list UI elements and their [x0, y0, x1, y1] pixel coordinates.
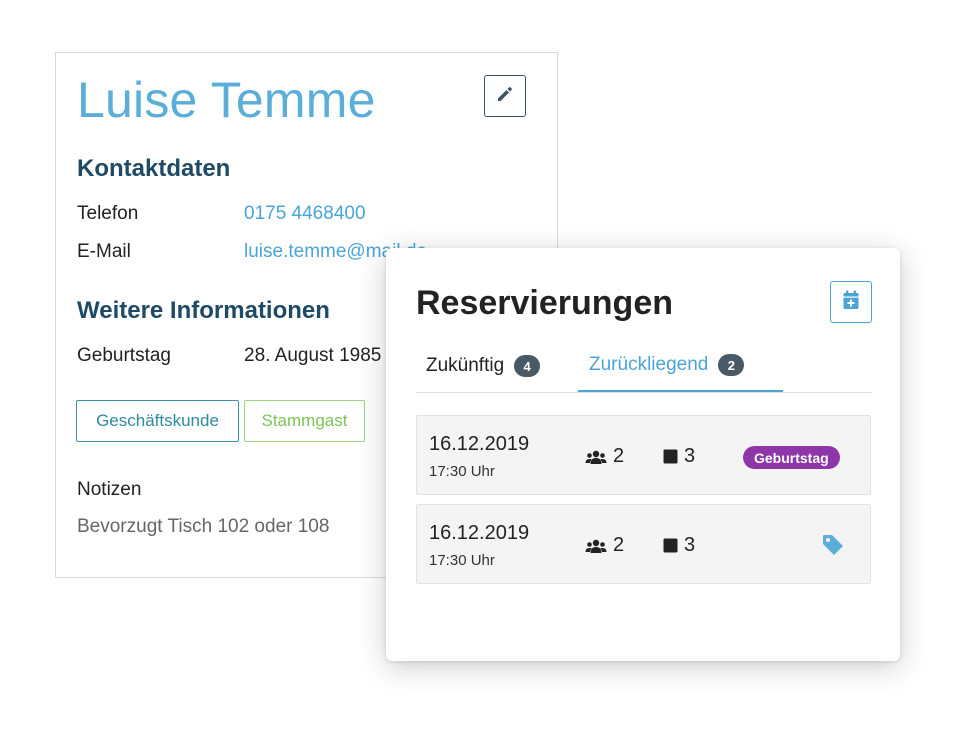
reservation-time: 17:30 Uhr [429, 552, 495, 569]
table-number: 3 [663, 445, 695, 468]
users-icon [585, 450, 607, 464]
tab-past-count: 2 [718, 354, 745, 376]
reservation-time: 17:30 Uhr [429, 463, 495, 480]
reservations-card: Reservierungen Zukünftig 4 Zurückliegend… [386, 248, 900, 661]
customer-name: Luise Temme [77, 72, 376, 128]
notes-text: Bevorzugt Tisch 102 oder 108 [77, 516, 330, 537]
contact-heading: Kontaktdaten [77, 155, 231, 182]
phone-label: Telefon [77, 203, 139, 224]
more-info-heading: Weitere Informationen [77, 297, 330, 324]
tag-business-customer[interactable]: Geschäftskunde [76, 400, 239, 442]
tag-icon[interactable] [821, 533, 845, 562]
calendar-plus-icon [842, 290, 860, 315]
guest-count: 2 [585, 534, 624, 557]
table-number: 3 [663, 534, 695, 557]
reservation-date: 16.12.2019 [429, 433, 530, 455]
table-square-icon [663, 538, 678, 553]
guest-count-value: 2 [613, 445, 625, 467]
occasion-badge[interactable]: Geburtstag [743, 446, 840, 469]
guest-count: 2 [585, 445, 624, 468]
birthday-value: 28. August 1985 [244, 345, 382, 366]
tag-regular-guest[interactable]: Stammgast [244, 400, 365, 442]
email-label: E-Mail [77, 241, 131, 262]
tab-future-count: 4 [514, 355, 541, 377]
reservations-title: Reservierungen [416, 284, 673, 322]
users-icon [585, 539, 607, 553]
birthday-label: Geburtstag [77, 345, 171, 366]
reservation-item[interactable]: 16.12.2019 17:30 Uhr 2 3 [416, 504, 871, 584]
guest-count-value: 2 [613, 534, 625, 556]
table-number-value: 3 [684, 534, 696, 556]
add-reservation-button[interactable] [830, 281, 872, 323]
tab-past[interactable]: Zurückliegend 2 [578, 340, 783, 392]
reservation-date: 16.12.2019 [429, 522, 530, 544]
tab-future[interactable]: Zukünftig 4 [426, 340, 541, 392]
reservation-item[interactable]: 16.12.2019 17:30 Uhr 2 3 Geburtstag [416, 415, 871, 495]
pencil-icon [496, 85, 514, 108]
reservation-tabs: Zukünftig 4 Zurückliegend 2 [416, 340, 872, 393]
edit-customer-button[interactable] [484, 75, 526, 117]
table-number-value: 3 [684, 445, 696, 467]
notes-label: Notizen [77, 479, 142, 500]
tab-past-label: Zurückliegend [589, 354, 709, 375]
tab-future-label: Zukünftig [426, 355, 505, 376]
phone-link[interactable]: 0175 4468400 [244, 203, 366, 225]
table-square-icon [663, 449, 678, 464]
